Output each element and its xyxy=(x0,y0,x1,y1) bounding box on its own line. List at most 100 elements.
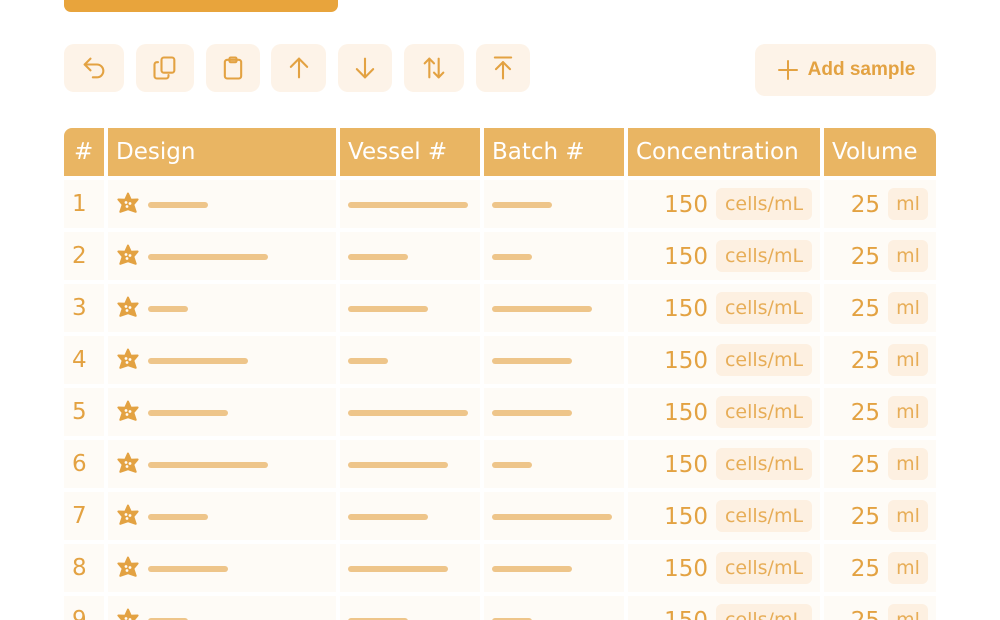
volume-unit: ml xyxy=(888,604,928,620)
column-header-concentration[interactable]: Concentration xyxy=(628,128,820,176)
add-sample-button[interactable]: Add sample xyxy=(755,44,936,96)
row-number: 3 xyxy=(64,284,104,332)
volume-cell[interactable]: 25 ml xyxy=(824,388,936,436)
volume-cell[interactable]: 25 ml xyxy=(824,284,936,332)
concentration-cell[interactable]: 150 cells/mL xyxy=(628,284,820,332)
table-row[interactable]: 7 150 cells/mL 25 ml xyxy=(64,492,936,540)
vessel-cell[interactable] xyxy=(340,388,480,436)
concentration-cell[interactable]: 150 cells/mL xyxy=(628,596,820,620)
vessel-placeholder xyxy=(348,514,428,520)
design-cell[interactable] xyxy=(108,232,336,280)
vessel-cell[interactable] xyxy=(340,492,480,540)
table-row[interactable]: 1 150 cells/mL 25 ml xyxy=(64,180,936,228)
column-header-number[interactable]: # xyxy=(64,128,104,176)
table-row[interactable]: 8 150 cells/mL 25 ml xyxy=(64,544,936,592)
undo-button[interactable] xyxy=(64,44,124,92)
cell-icon xyxy=(116,348,140,372)
move-down-button[interactable] xyxy=(338,44,392,92)
concentration-cell[interactable]: 150 cells/mL xyxy=(628,232,820,280)
design-cell[interactable] xyxy=(108,544,336,592)
design-name-placeholder xyxy=(148,462,268,468)
row-number: 6 xyxy=(64,440,104,488)
design-cell[interactable] xyxy=(108,336,336,384)
column-header-vessel[interactable]: Vessel # xyxy=(340,128,480,176)
volume-value: 25 xyxy=(824,596,880,620)
batch-cell[interactable] xyxy=(484,388,624,436)
batch-cell[interactable] xyxy=(484,544,624,592)
concentration-cell[interactable]: 150 cells/mL xyxy=(628,336,820,384)
concentration-unit: cells/mL xyxy=(716,292,812,324)
sort-button[interactable] xyxy=(404,44,464,92)
batch-cell[interactable] xyxy=(484,284,624,332)
clipboard-icon xyxy=(223,56,243,80)
column-header-design[interactable]: Design xyxy=(108,128,336,176)
arrow-up-icon xyxy=(289,57,308,79)
design-cell[interactable] xyxy=(108,388,336,436)
design-cell[interactable] xyxy=(108,596,336,620)
batch-cell[interactable] xyxy=(484,596,624,620)
sort-arrows-icon xyxy=(423,57,445,79)
concentration-cell[interactable]: 150 cells/mL xyxy=(628,180,820,228)
design-cell[interactable] xyxy=(108,180,336,228)
duplicate-button[interactable] xyxy=(136,44,194,92)
vessel-cell[interactable] xyxy=(340,544,480,592)
volume-cell[interactable]: 25 ml xyxy=(824,492,936,540)
concentration-unit: cells/mL xyxy=(716,188,812,220)
vessel-cell[interactable] xyxy=(340,180,480,228)
vessel-cell[interactable] xyxy=(340,440,480,488)
volume-value: 25 xyxy=(850,296,880,322)
volume-unit: ml xyxy=(888,240,928,272)
table-row[interactable]: 5 150 cells/mL 25 ml xyxy=(64,388,936,436)
volume-cell[interactable]: 25 ml xyxy=(824,180,936,228)
cell-icon xyxy=(116,556,140,580)
concentration-value: 150 xyxy=(628,596,708,620)
samples-table: # Design Vessel # Batch # Concentration … xyxy=(64,128,936,620)
row-number: 4 xyxy=(64,336,104,384)
volume-value: 25 xyxy=(850,400,880,426)
toolbar: Add sample xyxy=(64,44,936,96)
volume-unit: ml xyxy=(888,188,928,220)
concentration-cell[interactable]: 150 cells/mL xyxy=(628,440,820,488)
volume-cell[interactable]: 25 ml xyxy=(824,336,936,384)
batch-cell[interactable] xyxy=(484,336,624,384)
volume-value: 25 xyxy=(850,192,880,218)
vessel-cell[interactable] xyxy=(340,336,480,384)
table-row[interactable]: 6 150 cells/mL 25 ml xyxy=(64,440,936,488)
undo-icon xyxy=(83,57,105,79)
row-number: 7 xyxy=(64,492,104,540)
volume-cell[interactable]: 25 ml xyxy=(824,440,936,488)
vessel-cell[interactable] xyxy=(340,284,480,332)
table-row[interactable]: 3 150 cells/mL 25 ml xyxy=(64,284,936,332)
concentration-cell[interactable]: 150 cells/mL xyxy=(628,492,820,540)
concentration-unit: cells/mL xyxy=(716,396,812,428)
design-cell[interactable] xyxy=(108,440,336,488)
vessel-cell[interactable] xyxy=(340,596,480,620)
volume-cell[interactable]: 25 ml xyxy=(824,596,936,620)
column-header-volume[interactable]: Volume xyxy=(824,128,936,176)
design-name-placeholder xyxy=(148,202,208,208)
design-cell[interactable] xyxy=(108,284,336,332)
batch-placeholder xyxy=(492,254,532,260)
table-row[interactable]: 4 150 cells/mL 25 ml xyxy=(64,336,936,384)
move-up-button[interactable] xyxy=(271,44,326,92)
concentration-cell[interactable]: 150 cells/mL xyxy=(628,544,820,592)
move-to-top-button[interactable] xyxy=(476,44,530,92)
column-header-batch[interactable]: Batch # xyxy=(484,128,624,176)
batch-cell[interactable] xyxy=(484,232,624,280)
batch-cell[interactable] xyxy=(484,492,624,540)
add-sample-label: Add sample xyxy=(807,59,916,80)
volume-cell[interactable]: 25 ml xyxy=(824,232,936,280)
table-row[interactable]: 2 150 cells/mL 25 ml xyxy=(64,232,936,280)
table-row[interactable]: 9 150 cells/mL 25 ml xyxy=(64,596,936,620)
paste-button[interactable] xyxy=(206,44,260,92)
batch-cell[interactable] xyxy=(484,180,624,228)
batch-cell[interactable] xyxy=(484,440,624,488)
volume-cell[interactable]: 25 ml xyxy=(824,544,936,592)
batch-placeholder xyxy=(492,462,532,468)
vessel-cell[interactable] xyxy=(340,232,480,280)
concentration-cell[interactable]: 150 cells/mL xyxy=(628,388,820,436)
row-number: 5 xyxy=(64,388,104,436)
concentration-unit: cells/mL xyxy=(716,344,812,376)
concentration-value: 150 xyxy=(664,296,708,322)
design-cell[interactable] xyxy=(108,492,336,540)
